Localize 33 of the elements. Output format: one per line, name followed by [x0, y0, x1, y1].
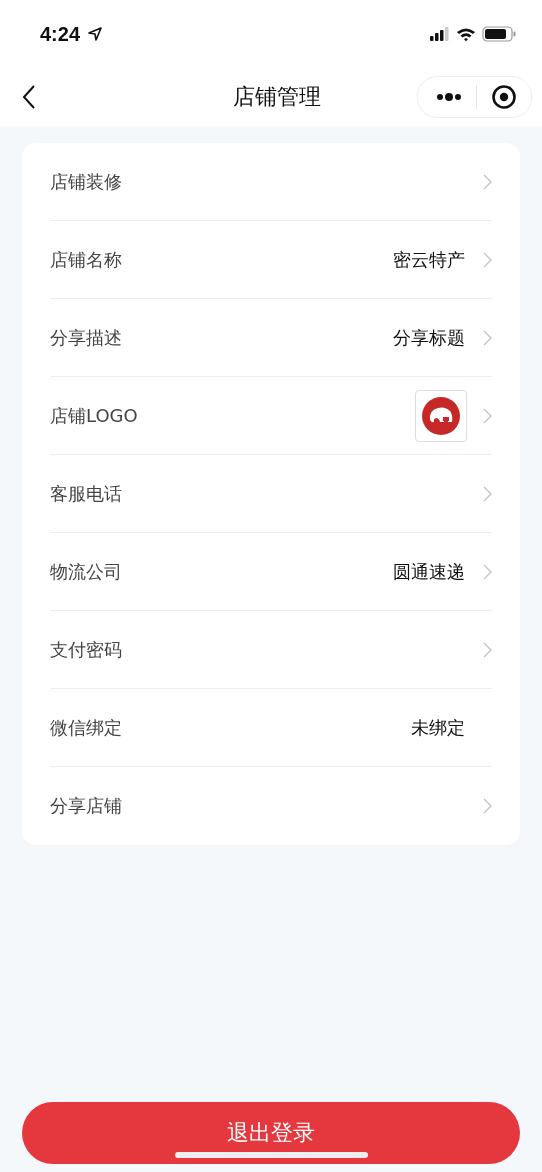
row-label: 客服电话	[50, 481, 122, 506]
logout-button[interactable]: 退出登录	[22, 1102, 520, 1164]
row-label: 微信绑定	[50, 715, 122, 740]
row-value: 分享标题	[393, 325, 465, 350]
settings-row[interactable]: 微信绑定 未绑定	[50, 689, 492, 767]
row-label: 店铺LOGO	[50, 403, 138, 428]
back-icon[interactable]	[22, 84, 36, 110]
row-label: 店铺装修	[50, 169, 122, 194]
settings-row[interactable]: 店铺装修	[50, 143, 492, 221]
signal-icon	[430, 27, 450, 41]
settings-row[interactable]: 店铺名称 密云特产	[50, 221, 492, 299]
settings-row[interactable]: 店铺LOGO	[50, 377, 492, 455]
status-time: 4:24	[40, 22, 81, 46]
more-icon[interactable]	[436, 93, 462, 101]
location-arrow-icon	[88, 27, 103, 41]
settings-row[interactable]: 分享店铺	[50, 767, 492, 845]
battery-icon	[482, 26, 516, 42]
settings-row[interactable]: 分享描述 分享标题	[50, 299, 492, 377]
elephant-logo-icon	[421, 395, 461, 436]
settings-row[interactable]: 支付密码	[50, 611, 492, 689]
row-label: 物流公司	[50, 559, 122, 584]
row-value: 密云特产	[393, 247, 465, 272]
row-value: 未绑定	[411, 715, 465, 740]
row-label: 分享描述	[50, 325, 122, 350]
row-label: 分享店铺	[50, 794, 122, 818]
row-label: 支付密码	[50, 637, 122, 662]
settings-row[interactable]: 客服电话	[50, 455, 492, 533]
row-label: 店铺名称	[50, 247, 122, 272]
row-value: 圆通速递	[393, 559, 465, 584]
close-target-icon[interactable]	[491, 84, 517, 110]
settings-row[interactable]: 物流公司 圆通速递	[50, 533, 492, 611]
page-title: 店铺管理	[233, 83, 321, 111]
wifi-icon	[456, 26, 476, 42]
